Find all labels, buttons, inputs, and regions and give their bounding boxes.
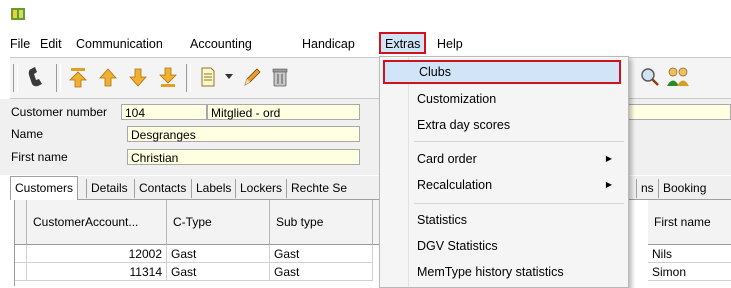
customer-number-label: Customer number: [11, 105, 108, 119]
menu-item-card-order[interactable]: Card order ▶: [380, 147, 626, 171]
tab-partial[interactable]: ns: [636, 179, 658, 198]
arrow-top-icon: [69, 68, 87, 88]
phone-icon: [28, 67, 42, 87]
menu-item-clubs[interactable]: Clubs: [383, 60, 621, 84]
menu-extras[interactable]: Extras: [379, 32, 427, 54]
customer-number-field[interactable]: 104: [121, 104, 207, 120]
next-record-button[interactable]: [126, 64, 150, 90]
groups-button[interactable]: [666, 64, 690, 90]
app-icon: [11, 8, 25, 20]
phone-button[interactable]: [24, 64, 48, 90]
extras-dropdown-menu: Clubs Customization Extra day scores Car…: [379, 56, 629, 288]
member-type-field-extension: [627, 104, 731, 120]
name-field[interactable]: Desgranges: [127, 126, 360, 142]
menu-separator: [414, 203, 624, 204]
cell-subtype[interactable]: Gast: [270, 245, 373, 263]
title-bar: [0, 0, 731, 30]
tab-lockers[interactable]: Lockers: [235, 179, 286, 198]
menu-item-label: Extra day scores: [417, 118, 511, 132]
tab-customers[interactable]: Customers: [10, 176, 79, 200]
toolbar-separator: [56, 64, 61, 92]
last-record-button[interactable]: [156, 64, 180, 90]
cell-subtype[interactable]: Gast: [270, 263, 373, 281]
menu-handicap[interactable]: Handicap: [302, 36, 355, 52]
chevron-down-icon: [225, 74, 233, 79]
pencil-icon: [244, 68, 261, 86]
search-customer-button[interactable]: [638, 64, 662, 90]
row-indicator-header: [15, 200, 27, 245]
menu-item-statistics[interactable]: Statistics: [380, 208, 626, 232]
delete-button[interactable]: [268, 64, 292, 90]
toolbar-grip: [13, 64, 18, 92]
column-header-first-name[interactable]: First name: [648, 200, 731, 245]
menu-item-memtype-history-statistics[interactable]: MemType history statistics: [380, 260, 626, 284]
member-type-field[interactable]: Mitglied - ord: [207, 104, 360, 120]
menu-separator: [414, 141, 624, 142]
cell-account[interactable]: 11314: [27, 263, 167, 281]
column-header-account[interactable]: CustomerAccount...: [27, 200, 167, 245]
trash-icon: [272, 68, 288, 87]
cell-ctype[interactable]: Gast: [167, 263, 270, 281]
menu-communication[interactable]: Communication: [76, 36, 163, 52]
menu-file[interactable]: File: [10, 36, 30, 52]
menu-item-recalculation[interactable]: Recalculation ▶: [380, 173, 626, 197]
row-indicator[interactable]: [15, 245, 27, 263]
menu-item-dgv-statistics[interactable]: DGV Statistics: [380, 234, 626, 258]
search-person-icon: [641, 68, 659, 86]
new-record-dropdown[interactable]: [222, 64, 236, 90]
first-name-label: First name: [11, 150, 68, 164]
column-header-ctype[interactable]: C-Type: [167, 200, 270, 245]
cell-first-name[interactable]: Nils: [648, 245, 731, 263]
submenu-arrow-icon: ▶: [605, 180, 612, 189]
menu-item-label: Statistics: [417, 213, 468, 227]
menu-bar: File Edit Communication Accounting Handi…: [0, 30, 731, 56]
arrow-down-icon: [129, 68, 147, 87]
menu-item-label: Clubs: [419, 65, 451, 79]
row-indicator[interactable]: [15, 263, 27, 281]
new-record-button[interactable]: [196, 64, 220, 90]
arrow-bottom-icon: [159, 67, 177, 87]
menu-edit[interactable]: Edit: [40, 36, 62, 52]
document-icon: [201, 67, 215, 87]
tab-details[interactable]: Details: [86, 179, 132, 198]
edit-button[interactable]: [240, 64, 264, 90]
name-label: Name: [11, 127, 44, 141]
first-name-field[interactable]: Christian: [127, 149, 360, 165]
menu-help[interactable]: Help: [437, 36, 463, 52]
menu-item-label: Customization: [417, 92, 497, 106]
menu-item-label: MemType history statistics: [417, 265, 564, 279]
tab-contacts[interactable]: Contacts: [134, 179, 190, 198]
menu-item-customization[interactable]: Customization: [380, 87, 626, 111]
previous-record-button[interactable]: [96, 64, 120, 90]
arrow-up-icon: [99, 68, 117, 87]
menu-accounting[interactable]: Accounting: [190, 36, 252, 52]
menu-item-label: Card order: [417, 152, 477, 166]
column-header-subtype[interactable]: Sub type: [270, 200, 373, 245]
users-icon: [667, 67, 689, 86]
cell-account[interactable]: 12002: [27, 245, 167, 263]
cell-ctype[interactable]: Gast: [167, 245, 270, 263]
submenu-arrow-icon: ▶: [605, 154, 612, 163]
menu-item-extra-day-scores[interactable]: Extra day scores: [380, 113, 626, 137]
tab-rechte[interactable]: Rechte Se: [286, 179, 351, 198]
menu-item-label: Recalculation: [417, 178, 493, 192]
cell-first-name[interactable]: Simon: [648, 263, 731, 281]
menu-item-label: DGV Statistics: [417, 239, 498, 253]
toolbar-separator: [186, 64, 191, 92]
tab-labels[interactable]: Labels: [191, 179, 235, 198]
first-record-button[interactable]: [66, 64, 90, 90]
tab-booking[interactable]: Booking: [658, 179, 710, 198]
